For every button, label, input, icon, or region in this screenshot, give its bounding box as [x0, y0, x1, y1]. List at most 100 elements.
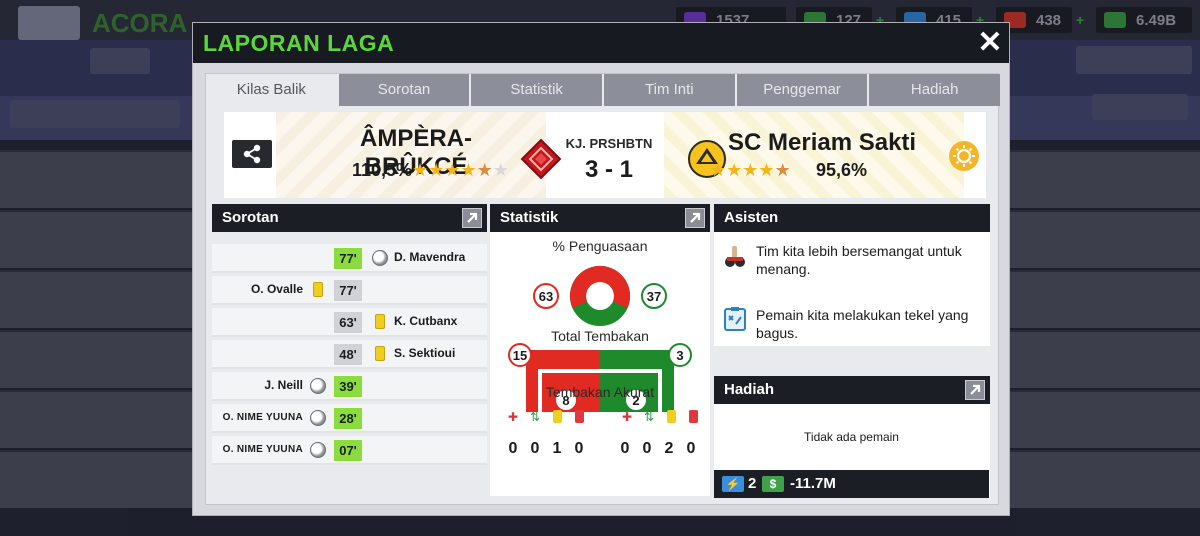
highlight-row: J. Neill 39' [212, 372, 487, 401]
event-player: O. Ovalle [250, 282, 303, 296]
event-minute: 07' [334, 440, 362, 461]
tab-hadiah[interactable]: Hadiah [869, 74, 1001, 106]
goal-ball-icon [372, 250, 388, 266]
away-team-name: SC Meriam Sakti [728, 129, 917, 156]
rewards-panel: Hadiah Tidak ada pemain ⚡ 2 $ -11.7M [714, 376, 990, 498]
shots-away-value: 3 [676, 348, 683, 363]
away-red-cards: 0 [686, 440, 696, 457]
event-minute: 63' [334, 312, 362, 333]
highlight-row: 48' S. Sektioui [212, 340, 487, 369]
dialog-header: LAPORAN LAGA ✕ [193, 23, 1009, 63]
event-minute: 28' [334, 408, 362, 429]
injury-icon: ✚ [621, 410, 633, 424]
event-player: J. Neill [264, 378, 303, 392]
home-team-rating: 110,5% [352, 160, 413, 180]
energy-reward: 2 [748, 475, 757, 492]
goal-ball-icon [310, 442, 326, 458]
home-discipline-icons: ✚ ⇅ [506, 410, 586, 424]
energy-icon: ⚡ [722, 476, 744, 492]
away-injuries: 0 [620, 440, 630, 457]
expand-statistics-button[interactable] [685, 208, 705, 228]
close-icon: ✕ [977, 26, 1003, 59]
home-star-rating: ★ ★ ★ ★ ★ ★ [412, 160, 509, 180]
injury-icon: ✚ [507, 410, 519, 424]
red-card-icon [686, 410, 700, 424]
highlights-title: Sorotan [212, 204, 487, 232]
away-discipline-counts: 0 0 2 0 [614, 440, 702, 458]
expand-highlights-button[interactable] [462, 208, 482, 228]
expand-icon [467, 212, 478, 223]
highlight-row: O. NIME YUUNA 07' [212, 436, 487, 465]
tab-tim-inti[interactable]: Tim Inti [604, 74, 737, 106]
on-target-label: Tembakan Akurat [545, 384, 655, 400]
assistant-panel: Asisten Tim kita lebih bersemangat untuk… [714, 204, 990, 346]
assistant-message: Pemain kita melakukan tekel yang bagus. [756, 307, 969, 341]
home-yellow-cards: 1 [552, 440, 562, 457]
shots-home-value: 15 [513, 348, 527, 363]
possession-label: % Penguasaan [552, 238, 648, 254]
red-card-icon [572, 410, 586, 424]
event-player: K. Cutbanx [394, 314, 458, 328]
shots-chart: 15 38 2 [508, 343, 692, 412]
goal-ball-icon [310, 378, 326, 394]
dialog-title: LAPORAN LAGA [203, 30, 395, 56]
event-player: O. NIME YUUNA [222, 412, 303, 423]
tab-kilas-balik[interactable]: Kilas Balik [206, 74, 339, 106]
away-star-rating: ★ ★ ★ ★ ★ [710, 160, 791, 180]
home-substitutions: 0 [530, 440, 540, 457]
tab-sorotan[interactable]: Sorotan [338, 74, 472, 106]
statistics-panel: Statistik % Penguasaan 63 37 Total Tembak… [490, 204, 710, 496]
sunny-weather-icon [949, 141, 979, 171]
event-minute: 48' [334, 344, 362, 365]
yellow-card-icon [375, 314, 385, 329]
yellow-card-icon [664, 410, 678, 424]
highlight-row: 63' K. Cutbanx [212, 308, 487, 337]
rewards-summary: ⚡ 2 $ -11.7M [714, 470, 989, 498]
tactics-board-icon [724, 307, 746, 331]
share-button[interactable] [232, 140, 272, 168]
event-player: D. Mavendra [394, 250, 466, 264]
goal-ball-icon [310, 410, 326, 426]
possession-home-value: 63 [539, 289, 553, 304]
event-minute: 77' [334, 248, 362, 269]
event-player: O. NIME YUUNA [222, 444, 303, 455]
rewards-title: Hadiah [714, 376, 990, 404]
money-icon: $ [762, 476, 784, 492]
possession-away-value: 37 [647, 289, 661, 304]
home-discipline-counts: 0 0 1 0 [502, 440, 590, 458]
final-score: 3 - 1 [584, 156, 634, 183]
match-report-dialog: LAPORAN LAGA ✕ Kilas Balik Sorotan Stati… [192, 22, 1010, 516]
expand-icon [970, 384, 981, 395]
home-red-cards: 0 [574, 440, 584, 457]
competition-label: KJ. PRSHBTN [565, 136, 653, 151]
highlight-row: 77' D. Mavendra [212, 244, 487, 273]
event-minute: 77' [334, 280, 362, 301]
assistant-message: Tim kita lebih bersemangat untuk menang. [756, 243, 962, 277]
money-reward: -11.7M [790, 475, 836, 492]
possession-chart: 63 37 [533, 266, 667, 326]
tab-statistik[interactable]: Statistik [471, 74, 605, 106]
yellow-card-icon [550, 410, 564, 424]
away-team-rating: 95,6% [816, 160, 868, 180]
substitution-icon: ⇅ [529, 410, 541, 424]
home-injuries: 0 [508, 440, 518, 457]
tab-penggemar[interactable]: Penggemar [736, 74, 870, 106]
scoreboard: ÂMPÈRA-BRÛKCÉ 110,5% ★ ★ ★ ★ ★ ★ KJ. PRSHBTN … [224, 112, 986, 198]
substitution-icon: ⇅ [643, 410, 655, 424]
away-discipline-icons: ✚ ⇅ [620, 410, 700, 424]
assistant-title: Asisten [714, 204, 990, 232]
report-content: Kilas Balik Sorotan Statistik Tim Inti P… [205, 73, 1001, 505]
yellow-card-icon [313, 282, 323, 297]
report-tabs: Kilas Balik Sorotan Statistik Tim Inti P… [206, 74, 1001, 106]
statistics-title: Statistik [490, 204, 710, 232]
close-button[interactable]: ✕ [972, 25, 1008, 61]
highlight-row: O. NIME YUUNA 28' [212, 404, 487, 433]
motivation-icon [725, 246, 745, 267]
away-yellow-cards: 2 [664, 440, 674, 457]
expand-rewards-button[interactable] [965, 380, 985, 400]
share-icon [243, 144, 261, 164]
away-substitutions: 0 [642, 440, 652, 457]
expand-icon [690, 212, 701, 223]
event-minute: 39' [334, 376, 362, 397]
highlights-panel: Sorotan 77' D. Mavendra O. Ovalle 77' 63… [212, 204, 487, 466]
